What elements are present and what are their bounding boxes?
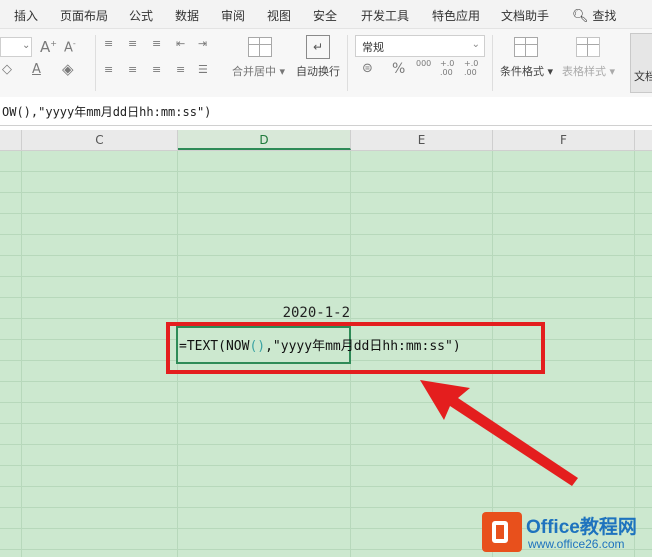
watermark-url: www.office26.com [528,537,625,551]
watermark: Office教程网 www.office26.com [482,510,652,555]
watermark-title: Office教程网 [526,517,637,538]
red-arrow-icon [420,380,578,486]
office-logo-icon [482,512,522,552]
